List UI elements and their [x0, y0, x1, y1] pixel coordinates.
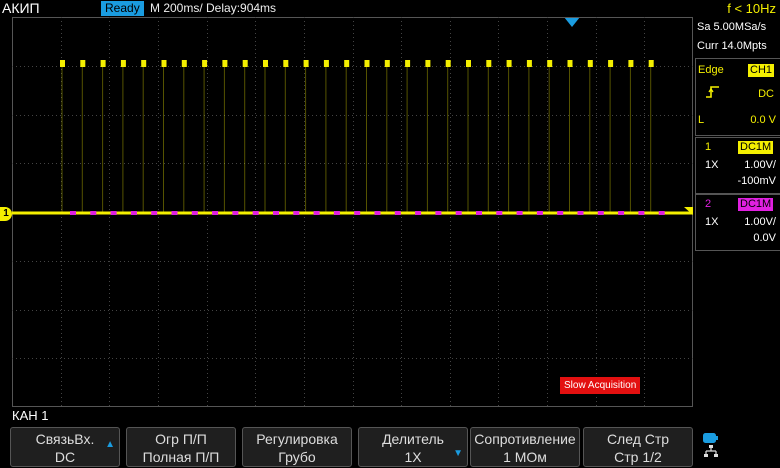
softkey-value: Грубо	[278, 449, 316, 465]
ch1-pulse-top	[120, 60, 126, 67]
ch1-pulse-top	[405, 60, 411, 67]
softkey-bandwidth-limit[interactable]: Огр П/П Полная П/П	[126, 427, 236, 467]
ch1-pulse-top	[181, 60, 187, 67]
ch1-pulse-top	[263, 60, 268, 67]
trigger-level-label: L	[698, 114, 705, 126]
softkey-value: 1X	[404, 449, 422, 465]
softkey-label: Регулировка	[256, 431, 338, 447]
ch1-pulse-top	[283, 60, 289, 67]
ch1-pulse-top	[628, 60, 634, 67]
frequency-readout: f < 10Hz	[727, 1, 776, 16]
trigger-type: Edge	[698, 64, 724, 76]
ch2-coupling-tag: DC1M	[738, 198, 774, 211]
ch1-pulse-top	[80, 60, 86, 67]
trigger-coupling: DC	[758, 88, 774, 100]
softkey-label: Огр П/П	[155, 431, 207, 447]
ch1-pulse-top	[506, 60, 512, 67]
sample-rate: Sa 5.00MSa/s	[697, 21, 767, 33]
waveform-display[interactable]: Slow Acquisition	[12, 17, 693, 407]
ch2-info-panel[interactable]: 2 DC1M 1X 1.00V/ 0.0V	[695, 194, 780, 251]
softkey-value: DC	[54, 449, 76, 465]
ch1-pulse-top	[364, 60, 370, 67]
ch1-pulse-top	[466, 60, 471, 67]
ch1-number: 1	[705, 141, 712, 153]
ch1-pulse-top	[222, 60, 228, 67]
trigger-level-marker[interactable]	[684, 207, 693, 215]
top-status-bar: АКИП Ready M 200ms/ Delay:904ms f < 10Hz	[0, 0, 780, 17]
softkey-coupling[interactable]: СвязьВх. DC ▲	[10, 427, 120, 467]
trigger-source-tag: CH1	[748, 64, 775, 77]
softkey-probe[interactable]: Делитель 1X ▼	[358, 427, 468, 467]
trigger-level-value: 0.0 V	[750, 114, 776, 126]
rising-edge-icon	[706, 86, 720, 101]
ch2-probe: 1X	[705, 216, 719, 228]
ch1-pulse-top	[141, 60, 147, 67]
ch1-pulse-top	[303, 60, 309, 67]
ch1-pulse-top	[242, 60, 248, 67]
softkey-label: След Стр	[606, 431, 670, 447]
ch1-probe: 1X	[705, 159, 719, 171]
ch1-pulse-top	[587, 60, 593, 67]
ch1-pulse-top	[486, 60, 492, 67]
trigger-panel[interactable]: Edge CH1 DC L 0.0 V	[695, 58, 780, 136]
ch1-info-panel[interactable]: 1 DC1M 1X 1.00V/ -100mV	[695, 137, 780, 194]
ch1-pulse-top	[161, 60, 167, 67]
softkey-label: Сопротивление	[474, 431, 576, 447]
memory-depth: Curr 14.0Mpts	[697, 40, 767, 52]
ch1-pulse-top	[384, 60, 390, 67]
ch1-pulse-top	[445, 60, 451, 67]
ch1-offset: -100mV	[737, 175, 776, 187]
ch1-pulse-top	[60, 60, 65, 67]
ch1-pulse-top	[425, 60, 431, 67]
ch1-pulse-top	[648, 60, 654, 67]
waveform-graticule	[12, 17, 693, 407]
softkey-impedance[interactable]: Сопротивление 1 МОм	[470, 427, 580, 467]
ch1-pulse-top	[100, 60, 106, 67]
ch2-offset: 0.0V	[753, 232, 776, 244]
network-icon	[703, 445, 719, 464]
softkey-label: Делитель	[382, 431, 444, 447]
softkey-adjust[interactable]: Регулировка Грубо	[242, 427, 352, 467]
brand-logo: АКИП	[2, 0, 40, 16]
softkey-bar: СвязьВх. DC ▲ Огр П/П Полная П/П Регулир…	[0, 425, 780, 468]
run-status-badge: Ready	[101, 1, 144, 16]
ch1-pulse-top	[526, 60, 532, 67]
ch1-pulse-top	[323, 60, 329, 67]
slow-acquisition-badge: Slow Acquisition	[560, 377, 641, 394]
menu-title: КАН 1	[12, 408, 49, 423]
knob-arrow-icon: ▼	[453, 448, 463, 459]
softkey-next-page[interactable]: След Стр Стр 1/2	[583, 427, 693, 467]
ch1-pulse-top	[547, 60, 553, 67]
softkey-value: 1 МОм	[503, 449, 547, 465]
ch2-scale: 1.00V/	[744, 216, 776, 228]
ch1-coupling-tag: DC1M	[738, 141, 774, 154]
softkey-label: СвязьВх.	[35, 431, 95, 447]
ch1-pulse-top	[202, 60, 208, 67]
knob-arrow-icon: ▲	[105, 439, 115, 450]
ch2-number: 2	[705, 198, 712, 210]
ch1-scale: 1.00V/	[744, 159, 776, 171]
ch1-pulse-bursts	[60, 60, 654, 213]
ch1-offset-marker[interactable]: 1	[0, 207, 12, 221]
ch1-pulse-top	[608, 60, 614, 67]
timebase-readout: M 200ms/ Delay:904ms	[150, 1, 277, 15]
right-info-panel: Sa 5.00MSa/s Curr 14.0Mpts Edge CH1 DC L…	[695, 17, 780, 407]
softkey-value: Полная П/П	[142, 449, 220, 465]
ch1-pulse-top	[567, 60, 573, 67]
softkey-value: Стр 1/2	[614, 449, 662, 465]
ch1-pulse-top	[344, 60, 350, 67]
